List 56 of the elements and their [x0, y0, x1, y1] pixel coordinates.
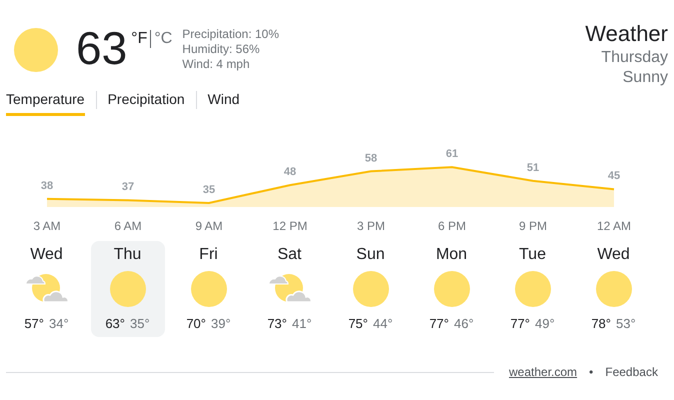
- day-name: Wed: [597, 245, 630, 265]
- high-temperature: 73°: [267, 316, 287, 332]
- weather-detail: Humidity: 56%: [182, 42, 261, 57]
- value-label: 38: [40, 180, 54, 192]
- time-label: 12 AM: [596, 219, 632, 233]
- low-temperature: 44°: [373, 316, 393, 332]
- unit-toggle[interactable]: °F: [131, 27, 148, 51]
- day-name: Fri: [199, 245, 218, 265]
- low-temperature: 34°: [49, 316, 69, 332]
- value-label: 45: [608, 170, 620, 182]
- tab[interactable]: Wind: [208, 90, 240, 116]
- separator-dot: •: [589, 364, 594, 381]
- time-label: 6 PM: [438, 219, 466, 233]
- value-label: 51: [526, 162, 540, 174]
- high-temperature: 77°: [510, 316, 530, 332]
- low-temperature: 46°: [454, 316, 474, 332]
- tab[interactable]: Precipitation: [108, 90, 185, 116]
- current-temperature: 63: [76, 24, 128, 72]
- day-name: Mon: [436, 245, 468, 265]
- widget-title: Weather: [585, 20, 668, 48]
- time-label: 3 PM: [357, 219, 385, 233]
- day-name: Sat: [277, 245, 302, 265]
- source-link[interactable]: weather.com: [509, 363, 578, 381]
- time-label: 12 PM: [272, 219, 308, 233]
- low-temperature: 49°: [535, 316, 555, 332]
- high-temperature: 63°: [105, 316, 125, 332]
- day-label: Thursday: [601, 48, 668, 68]
- high-temperature: 75°: [348, 316, 368, 332]
- value-label: 61: [446, 148, 458, 160]
- time-label: 3 AM: [33, 219, 61, 233]
- time-label: 9 AM: [195, 219, 223, 233]
- low-temperature: 53°: [616, 316, 636, 332]
- high-temperature: 57°: [24, 316, 44, 332]
- weather-detail: Precipitation: 10%: [182, 27, 280, 42]
- low-temperature: 41°: [292, 316, 312, 332]
- value-label: 35: [202, 184, 216, 196]
- value-label: 48: [284, 166, 296, 178]
- high-temperature: 78°: [591, 316, 611, 332]
- high-temperature: 70°: [186, 316, 206, 332]
- low-temperature: 39°: [211, 316, 231, 332]
- condition-label: Sunny: [622, 68, 668, 88]
- day-name: Tue: [519, 245, 546, 265]
- weather-detail: Wind: 4 mph: [182, 57, 251, 72]
- time-label: 9 PM: [519, 219, 547, 233]
- time-label: 6 AM: [114, 219, 142, 233]
- tab[interactable]: Temperature: [6, 90, 85, 116]
- value-label: 58: [364, 152, 378, 164]
- unit-toggle[interactable]: °C: [154, 27, 172, 51]
- day-name: Thu: [114, 245, 142, 265]
- forecast-day[interactable]: Thu 63° 35°: [90, 241, 164, 337]
- value-label: 37: [122, 181, 134, 194]
- high-temperature: 77°: [429, 316, 449, 332]
- feedback-link[interactable]: Feedback: [605, 363, 658, 381]
- low-temperature: 35°: [130, 316, 150, 332]
- day-name: Wed: [30, 245, 63, 265]
- day-name: Sun: [356, 245, 385, 265]
